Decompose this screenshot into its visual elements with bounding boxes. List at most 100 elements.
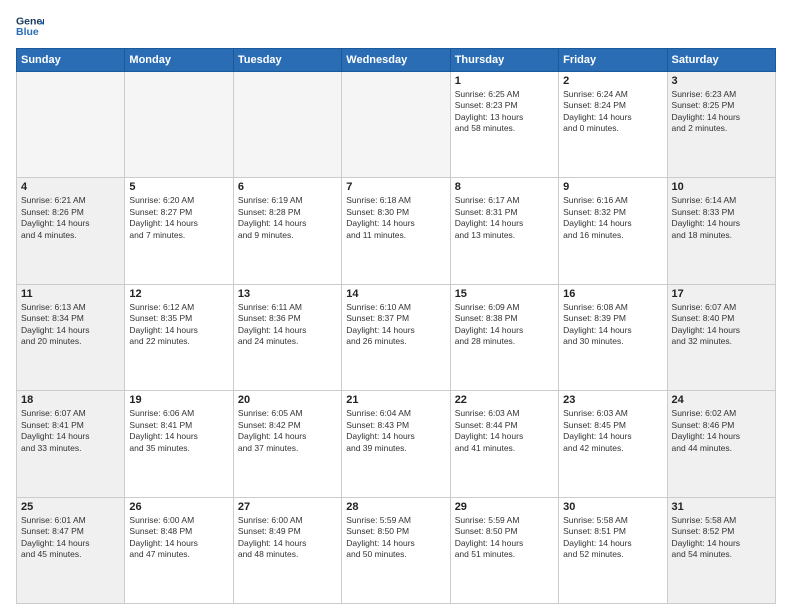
calendar-day-header: Saturday (667, 49, 775, 72)
cell-text: Sunrise: 6:04 AMSunset: 8:43 PMDaylight:… (346, 408, 445, 454)
cell-text: Sunrise: 6:00 AMSunset: 8:49 PMDaylight:… (238, 515, 337, 561)
day-number: 31 (672, 501, 771, 513)
table-row: 5 Sunrise: 6:20 AMSunset: 8:27 PMDaylight… (125, 178, 233, 284)
cell-text: Sunrise: 6:25 AMSunset: 8:23 PMDaylight:… (455, 89, 554, 135)
table-row (125, 72, 233, 178)
calendar-week-row: 25 Sunrise: 6:01 AMSunset: 8:47 PMDayligh… (17, 497, 776, 603)
table-row: 15 Sunrise: 6:09 AMSunset: 8:38 PMDayligh… (450, 284, 558, 390)
day-number: 24 (672, 394, 771, 406)
cell-text: Sunrise: 6:01 AMSunset: 8:47 PMDaylight:… (21, 515, 120, 561)
day-number: 27 (238, 501, 337, 513)
table-row: 9 Sunrise: 6:16 AMSunset: 8:32 PMDaylight… (559, 178, 667, 284)
cell-text: Sunrise: 6:07 AMSunset: 8:41 PMDaylight:… (21, 408, 120, 454)
day-number: 8 (455, 181, 554, 193)
logo-icon: General Blue (16, 12, 44, 40)
table-row: 20 Sunrise: 6:05 AMSunset: 8:42 PMDayligh… (233, 391, 341, 497)
day-number: 14 (346, 288, 445, 300)
cell-text: Sunrise: 5:59 AMSunset: 8:50 PMDaylight:… (346, 515, 445, 561)
day-number: 6 (238, 181, 337, 193)
cell-text: Sunrise: 6:09 AMSunset: 8:38 PMDaylight:… (455, 302, 554, 348)
day-number: 18 (21, 394, 120, 406)
table-row: 18 Sunrise: 6:07 AMSunset: 8:41 PMDayligh… (17, 391, 125, 497)
table-row: 23 Sunrise: 6:03 AMSunset: 8:45 PMDayligh… (559, 391, 667, 497)
table-row (233, 72, 341, 178)
cell-text: Sunrise: 6:23 AMSunset: 8:25 PMDaylight:… (672, 89, 771, 135)
table-row: 4 Sunrise: 6:21 AMSunset: 8:26 PMDaylight… (17, 178, 125, 284)
table-row: 27 Sunrise: 6:00 AMSunset: 8:49 PMDayligh… (233, 497, 341, 603)
table-row: 7Sunrise: 6:18 AMSunset: 8:30 PMDaylight… (342, 178, 450, 284)
calendar-day-header: Sunday (17, 49, 125, 72)
cell-text: Sunrise: 6:00 AMSunset: 8:48 PMDaylight:… (129, 515, 228, 561)
day-number: 23 (563, 394, 662, 406)
calendar-week-row: 1 Sunrise: 6:25 AMSunset: 8:23 PMDaylight… (17, 72, 776, 178)
table-row: 2Sunrise: 6:24 AMSunset: 8:24 PMDaylight… (559, 72, 667, 178)
day-number: 28 (346, 501, 445, 513)
table-row: 10 Sunrise: 6:14 AMSunset: 8:33 PMDayligh… (667, 178, 775, 284)
calendar-week-row: 4 Sunrise: 6:21 AMSunset: 8:26 PMDaylight… (17, 178, 776, 284)
day-number: 10 (672, 181, 771, 193)
cell-text: Sunrise: 6:05 AMSunset: 8:42 PMDaylight:… (238, 408, 337, 454)
day-number: 5 (129, 181, 228, 193)
day-number: 3 (672, 75, 771, 87)
calendar-day-header: Tuesday (233, 49, 341, 72)
logo: General Blue (16, 12, 44, 40)
cell-text: Sunrise: 6:10 AMSunset: 8:37 PMDaylight:… (346, 302, 445, 348)
day-number: 15 (455, 288, 554, 300)
calendar-day-header: Monday (125, 49, 233, 72)
calendar-day-header: Friday (559, 49, 667, 72)
cell-text: Sunrise: 6:08 AMSunset: 8:39 PMDaylight:… (563, 302, 662, 348)
day-number: 17 (672, 288, 771, 300)
day-number: 29 (455, 501, 554, 513)
cell-text: Sunrise: 6:14 AMSunset: 8:33 PMDaylight:… (672, 195, 771, 241)
day-number: 25 (21, 501, 120, 513)
table-row: 11 Sunrise: 6:13 AMSunset: 8:34 PMDayligh… (17, 284, 125, 390)
table-row: 19 Sunrise: 6:06 AMSunset: 8:41 PMDayligh… (125, 391, 233, 497)
calendar-header-row: SundayMondayTuesdayWednesdayThursdayFrid… (17, 49, 776, 72)
table-row: 29 Sunrise: 5:59 AMSunset: 8:50 PMDayligh… (450, 497, 558, 603)
day-number: 20 (238, 394, 337, 406)
day-number: 19 (129, 394, 228, 406)
day-number: 30 (563, 501, 662, 513)
table-row: 16 Sunrise: 6:08 AMSunset: 8:39 PMDayligh… (559, 284, 667, 390)
cell-text: Sunrise: 6:20 AMSunset: 8:27 PMDaylight:… (129, 195, 228, 241)
table-row: 8 Sunrise: 6:17 AMSunset: 8:31 PMDaylight… (450, 178, 558, 284)
table-row: 22Sunrise: 6:03 AMSunset: 8:44 PMDayligh… (450, 391, 558, 497)
table-row (17, 72, 125, 178)
table-row: 13Sunrise: 6:11 AMSunset: 8:36 PMDayligh… (233, 284, 341, 390)
calendar-week-row: 11 Sunrise: 6:13 AMSunset: 8:34 PMDayligh… (17, 284, 776, 390)
table-row: 26Sunrise: 6:00 AMSunset: 8:48 PMDayligh… (125, 497, 233, 603)
day-number: 1 (455, 75, 554, 87)
cell-text: Sunrise: 6:17 AMSunset: 8:31 PMDaylight:… (455, 195, 554, 241)
svg-text:Blue: Blue (16, 26, 39, 38)
day-number: 7 (346, 181, 445, 193)
table-row: 25 Sunrise: 6:01 AMSunset: 8:47 PMDayligh… (17, 497, 125, 603)
cell-text: Sunrise: 5:59 AMSunset: 8:50 PMDaylight:… (455, 515, 554, 561)
table-row: 21 Sunrise: 6:04 AMSunset: 8:43 PMDayligh… (342, 391, 450, 497)
table-row: 14 Sunrise: 6:10 AMSunset: 8:37 PMDayligh… (342, 284, 450, 390)
cell-text: Sunrise: 6:02 AMSunset: 8:46 PMDaylight:… (672, 408, 771, 454)
cell-text: Sunrise: 6:21 AMSunset: 8:26 PMDaylight:… (21, 195, 120, 241)
table-row: 1 Sunrise: 6:25 AMSunset: 8:23 PMDaylight… (450, 72, 558, 178)
cell-text: Sunrise: 6:19 AMSunset: 8:28 PMDaylight:… (238, 195, 337, 241)
cell-text: Sunrise: 6:03 AMSunset: 8:44 PMDaylight:… (455, 408, 554, 454)
cell-text: Sunrise: 6:13 AMSunset: 8:34 PMDaylight:… (21, 302, 120, 348)
table-row: 30Sunrise: 5:58 AMSunset: 8:51 PMDayligh… (559, 497, 667, 603)
day-number: 11 (21, 288, 120, 300)
day-number: 21 (346, 394, 445, 406)
day-number: 13 (238, 288, 337, 300)
calendar-table: SundayMondayTuesdayWednesdayThursdayFrid… (16, 48, 776, 604)
cell-text: Sunrise: 6:16 AMSunset: 8:32 PMDaylight:… (563, 195, 662, 241)
cell-text: Sunrise: 6:06 AMSunset: 8:41 PMDaylight:… (129, 408, 228, 454)
day-number: 4 (21, 181, 120, 193)
table-row: 31Sunrise: 5:58 AMSunset: 8:52 PMDayligh… (667, 497, 775, 603)
cell-text: Sunrise: 6:07 AMSunset: 8:40 PMDaylight:… (672, 302, 771, 348)
calendar-day-header: Wednesday (342, 49, 450, 72)
table-row: 24 Sunrise: 6:02 AMSunset: 8:46 PMDayligh… (667, 391, 775, 497)
cell-text: Sunrise: 6:12 AMSunset: 8:35 PMDaylight:… (129, 302, 228, 348)
day-number: 16 (563, 288, 662, 300)
table-row: 17 Sunrise: 6:07 AMSunset: 8:40 PMDayligh… (667, 284, 775, 390)
day-number: 12 (129, 288, 228, 300)
day-number: 9 (563, 181, 662, 193)
header: General Blue (16, 12, 776, 40)
cell-text: Sunrise: 6:03 AMSunset: 8:45 PMDaylight:… (563, 408, 662, 454)
